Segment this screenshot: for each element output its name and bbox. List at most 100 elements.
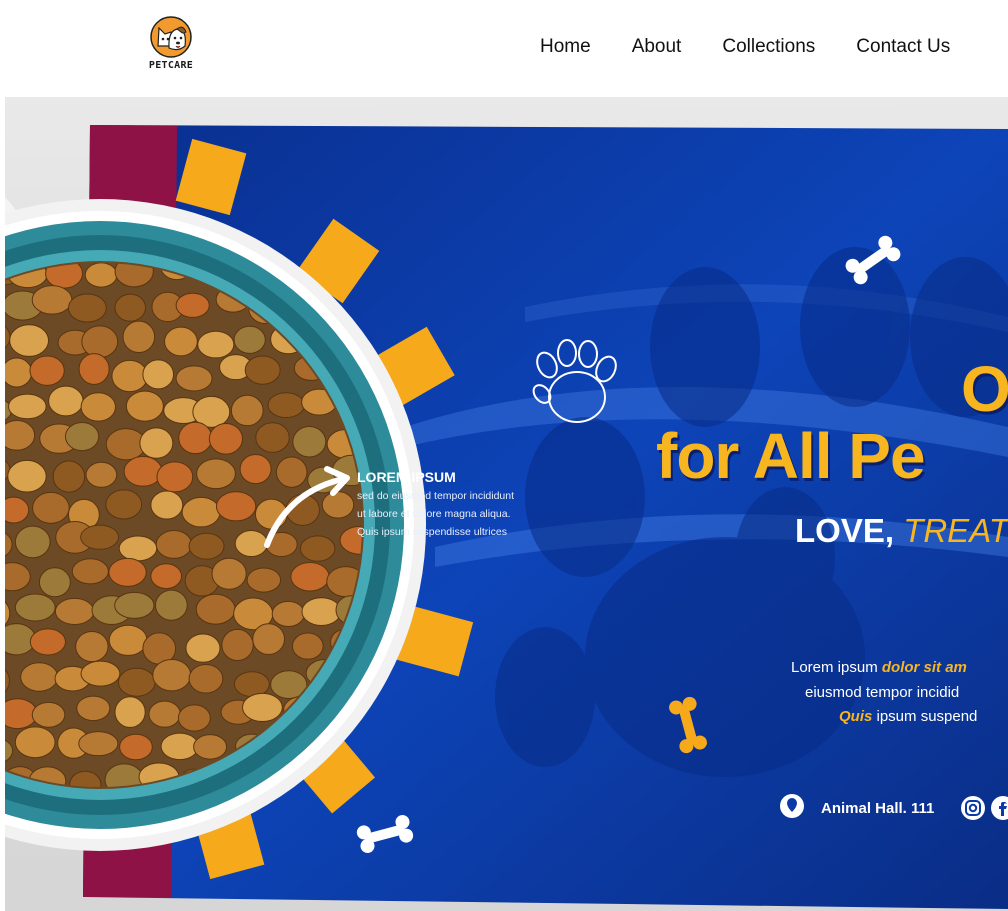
kibble-piece — [5, 496, 30, 524]
kibble-piece — [5, 420, 36, 451]
kibble-piece — [181, 496, 221, 528]
kibble-piece — [14, 593, 56, 622]
kibble-piece — [150, 490, 184, 520]
hero-subtitle: LOVE, TREAT — [795, 512, 1008, 549]
kibble-piece — [193, 734, 228, 760]
nav-home[interactable]: Home — [540, 36, 591, 58]
kibble-piece — [32, 491, 70, 524]
hero-banner: O for All Pe LOVE, TREAT LOREM IPSUM sed… — [5, 97, 1008, 911]
kibble-piece — [111, 359, 149, 393]
kibble-piece — [108, 624, 148, 656]
instagram-icon — [961, 796, 985, 820]
kibble-piece — [215, 491, 257, 522]
kibble-piece — [177, 704, 211, 732]
small-text-line: Quis ipsum suspendisse ultrices — [357, 526, 507, 538]
kibble-piece — [290, 561, 330, 592]
kibble-piece — [164, 326, 198, 357]
kibble-piece — [31, 701, 66, 728]
kibble-piece — [80, 524, 120, 550]
lorem-line-1: Lorem ipsum dolor sit am — [791, 659, 967, 676]
lorem-line-3: Quis ipsum suspend — [839, 708, 978, 725]
petcare-logo[interactable]: PETCARE — [145, 16, 197, 76]
kibble-piece — [208, 422, 243, 455]
kibble-piece — [195, 593, 236, 625]
hero-title-line1: O — [961, 353, 1008, 425]
kibble-piece — [275, 456, 308, 488]
kibble-piece — [123, 455, 163, 487]
kibble-piece — [75, 630, 109, 663]
nav-about[interactable]: About — [632, 36, 682, 58]
kibble-piece — [9, 324, 50, 357]
kibble-piece — [29, 628, 66, 656]
kibble-piece — [118, 535, 158, 562]
kibble-piece — [271, 600, 305, 628]
kibble-piece — [108, 557, 147, 587]
kibble-piece — [321, 491, 355, 519]
kibble-piece — [160, 732, 199, 761]
kibble-piece — [175, 365, 213, 392]
small-text-line: ut labore et dolore magna aliqua. — [357, 508, 511, 520]
kibble-piece — [54, 597, 95, 625]
lorem-line-2: eiusmod tempor incidid — [805, 684, 960, 701]
kibble-piece — [142, 359, 175, 390]
kibble-piece — [5, 357, 33, 388]
kibble-piece — [252, 623, 285, 655]
location-icon — [780, 794, 804, 818]
nav-contact-us[interactable]: Contact Us — [856, 36, 950, 58]
kibble-piece — [188, 663, 224, 694]
kibble-piece — [178, 421, 213, 455]
kibble-piece — [52, 460, 86, 493]
kibble-piece — [76, 695, 111, 722]
kibble-piece — [267, 392, 305, 419]
kibble-piece — [71, 558, 109, 585]
hero-artwork — [5, 125, 1008, 909]
kibble-piece — [155, 529, 193, 559]
kibble-piece — [114, 293, 146, 322]
kibble-piece — [244, 355, 281, 385]
site-header: PETCARE Home About Collections Contact U… — [0, 0, 1008, 97]
kibble-piece — [78, 731, 119, 757]
kibble-piece — [29, 355, 65, 386]
kibble-piece — [233, 671, 270, 698]
small-heading: LOREM IPSUM — [357, 469, 456, 485]
kibble-piece — [152, 658, 192, 692]
kibble-piece — [117, 667, 156, 697]
kibble-piece — [185, 633, 221, 663]
kibble-piece — [64, 422, 100, 452]
kibble-piece — [211, 557, 247, 590]
kibble-piece — [114, 696, 146, 728]
kibble-piece — [239, 454, 272, 485]
kibble-piece — [255, 422, 290, 453]
kibble-piece — [14, 525, 51, 559]
kibble-piece — [67, 293, 107, 323]
kibble-piece — [84, 263, 118, 288]
kibble-piece — [122, 320, 156, 354]
kibble-piece — [119, 733, 153, 761]
kibble-piece — [125, 390, 164, 422]
nav-collections[interactable]: Collections — [722, 36, 815, 58]
kibble-piece — [197, 330, 235, 359]
kibble-piece — [14, 726, 56, 759]
kibble-piece — [20, 662, 59, 692]
kibble-piece — [234, 530, 269, 558]
pet-logo-icon — [150, 16, 192, 58]
kibble-piece — [154, 589, 188, 621]
kibble-piece — [230, 394, 264, 427]
kibble-piece — [31, 285, 73, 315]
kibble-piece — [175, 292, 210, 318]
kibble-piece — [242, 692, 283, 722]
kibble-piece — [81, 325, 119, 359]
hero-title-line2: for All Pe — [656, 420, 926, 492]
kibble-piece — [80, 392, 117, 422]
kibble-piece — [291, 632, 324, 660]
address-text: Animal Hall. 111 — [821, 800, 935, 817]
kibble-piece — [221, 628, 254, 662]
kibble-piece — [105, 489, 143, 520]
kibble-piece — [246, 567, 282, 593]
kibble-piece — [233, 325, 266, 354]
kibble-piece — [188, 532, 225, 560]
main-nav: Home About Collections Contact Us — [540, 36, 950, 58]
kibble-piece — [196, 458, 236, 490]
kibble-piece — [80, 660, 121, 687]
kibble-piece — [48, 385, 84, 417]
